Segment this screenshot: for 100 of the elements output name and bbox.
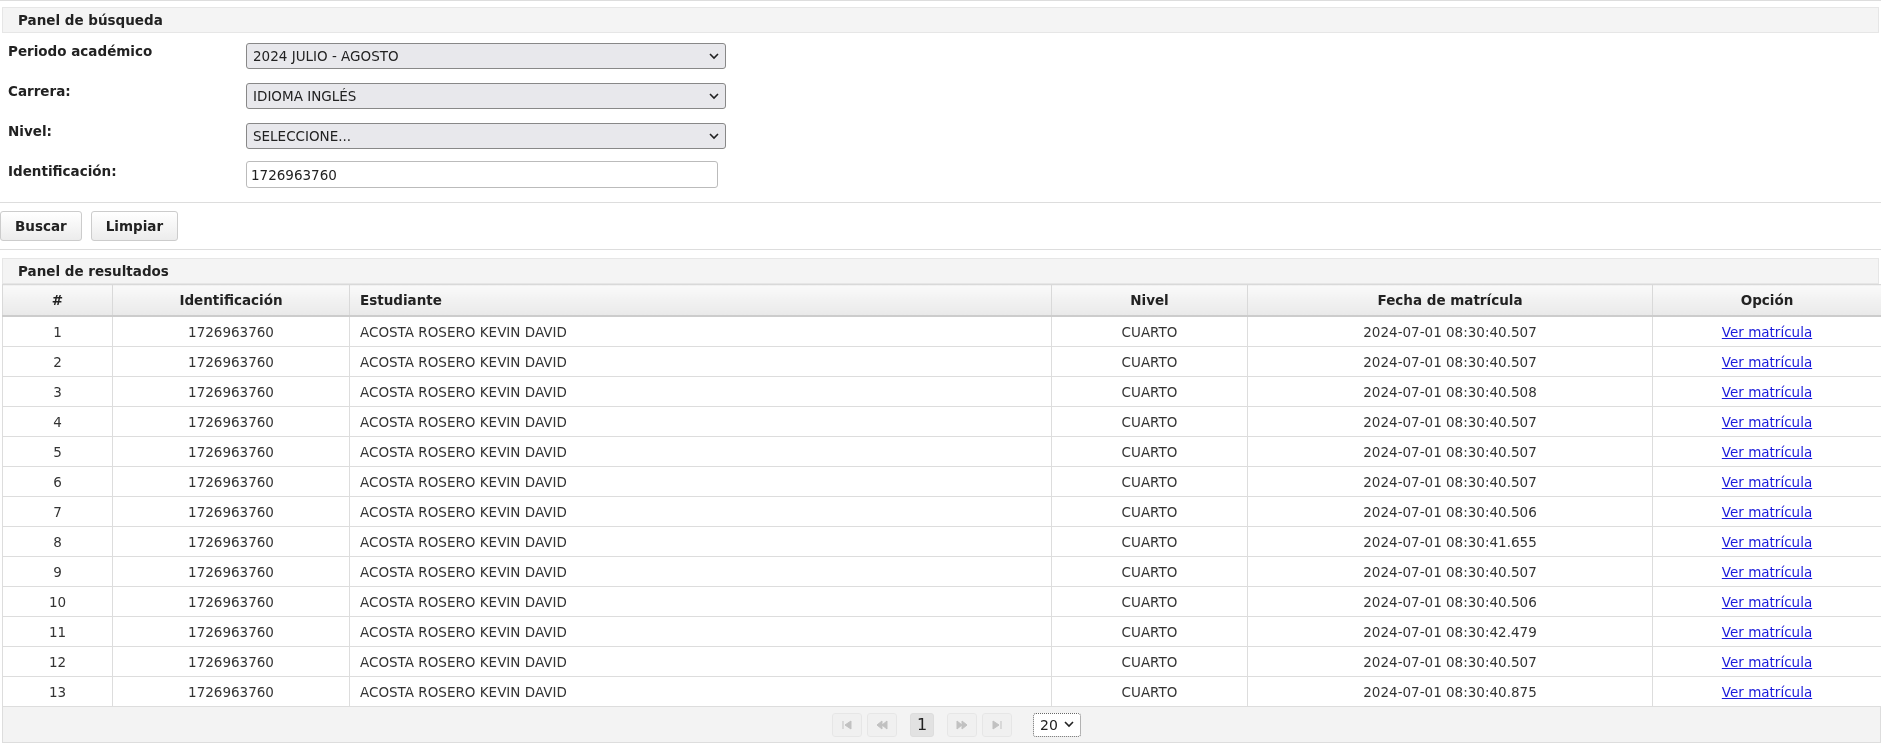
table-cell: ACOSTA ROSERO KEVIN DAVID — [349, 616, 1052, 647]
table-cell: 2024-07-01 08:30:40.507 — [1247, 436, 1653, 467]
table-cell: ACOSTA ROSERO KEVIN DAVID — [349, 346, 1052, 377]
table-cell: ACOSTA ROSERO KEVIN DAVID — [349, 676, 1052, 707]
next-page-icon — [956, 718, 969, 731]
view-link[interactable]: Ver matrícula — [1721, 323, 1813, 340]
table-cell: 2024-07-01 08:30:40.506 — [1247, 496, 1653, 527]
table-cell: ACOSTA ROSERO KEVIN DAVID — [349, 376, 1052, 407]
column-header: Nivel — [1051, 284, 1248, 316]
table-cell: CUARTO — [1051, 406, 1248, 437]
field-label: Periodo académico — [8, 42, 154, 59]
first-page-icon — [841, 718, 854, 731]
table-cell: 1726963760 — [112, 496, 350, 527]
table-cell: 2024-07-01 08:30:40.506 — [1247, 586, 1653, 617]
select-field[interactable]: SELECCIONE... — [246, 123, 726, 149]
table-cell: 2024-07-01 08:30:40.507 — [1247, 646, 1653, 677]
table-cell: 8 — [2, 526, 113, 557]
panel-header: Panel de resultados — [2, 258, 1879, 284]
table-cell: ACOSTA ROSERO KEVIN DAVID — [349, 556, 1052, 587]
input-field[interactable]: 1726963760 — [246, 161, 718, 188]
action-button[interactable]: Buscar — [0, 211, 82, 241]
table-cell: CUARTO — [1051, 316, 1248, 347]
table-cell: 1726963760 — [112, 466, 350, 497]
table-cell: 2024-07-01 08:30:40.875 — [1247, 676, 1653, 707]
column-header: Opción — [1652, 284, 1881, 316]
table-cell: CUARTO — [1051, 346, 1248, 377]
column-header: Estudiante — [349, 284, 1052, 316]
table-cell: 6 — [2, 466, 113, 497]
table-cell: 2024-07-01 08:30:40.508 — [1247, 376, 1653, 407]
column-header: # — [2, 284, 113, 316]
table-cell: 1726963760 — [112, 346, 350, 377]
table-cell: ACOSTA ROSERO KEVIN DAVID — [349, 316, 1052, 347]
chevron-down-icon — [709, 92, 719, 100]
table-cell: 1726963760 — [112, 676, 350, 707]
table-cell: 2024-07-01 08:30:40.507 — [1247, 316, 1653, 347]
view-link[interactable]: Ver matrícula — [1721, 533, 1813, 550]
table-cell: 1726963760 — [112, 406, 350, 437]
table-cell: CUARTO — [1051, 526, 1248, 557]
chevron-down-icon — [709, 52, 719, 60]
view-link[interactable]: Ver matrícula — [1721, 653, 1813, 670]
table-cell: CUARTO — [1051, 676, 1248, 707]
view-link[interactable]: Ver matrícula — [1721, 413, 1813, 430]
table-cell: CUARTO — [1051, 586, 1248, 617]
view-link[interactable]: Ver matrícula — [1721, 503, 1813, 520]
view-link[interactable]: Ver matrícula — [1721, 473, 1813, 490]
table-cell: CUARTO — [1051, 616, 1248, 647]
table-cell: 1726963760 — [112, 586, 350, 617]
select-field[interactable]: 2024 JULIO - AGOSTO — [246, 43, 726, 69]
table-cell: 2024-07-01 08:30:40.507 — [1247, 466, 1653, 497]
table-cell: 3 — [2, 376, 113, 407]
table-cell: ACOSTA ROSERO KEVIN DAVID — [349, 496, 1052, 527]
table-cell: CUARTO — [1051, 436, 1248, 467]
view-link[interactable]: Ver matrícula — [1721, 623, 1813, 640]
view-link[interactable]: Ver matrícula — [1721, 383, 1813, 400]
table-cell: 2024-07-01 08:30:40.507 — [1247, 346, 1653, 377]
column-header: Identificación — [112, 284, 350, 316]
view-link[interactable]: Ver matrícula — [1721, 563, 1813, 580]
table-cell: 1726963760 — [112, 526, 350, 557]
table-cell: 1726963760 — [112, 316, 350, 347]
view-link[interactable]: Ver matrícula — [1721, 593, 1813, 610]
page-size-select[interactable]: 20 — [1033, 712, 1081, 737]
view-link[interactable]: Ver matrícula — [1721, 683, 1813, 700]
table-cell: 1726963760 — [112, 616, 350, 647]
table-cell: 1726963760 — [112, 436, 350, 467]
last-page-icon — [991, 718, 1004, 731]
table-cell: 2024-07-01 08:30:42.479 — [1247, 616, 1653, 647]
table-cell: ACOSTA ROSERO KEVIN DAVID — [349, 586, 1052, 617]
table-cell: 1 — [2, 316, 113, 347]
table-cell: CUARTO — [1051, 556, 1248, 587]
table-cell: 10 — [2, 586, 113, 617]
table-cell: 2024-07-01 08:30:40.507 — [1247, 556, 1653, 587]
table-cell: 1726963760 — [112, 376, 350, 407]
panel-header: Panel de búsqueda — [2, 7, 1879, 33]
field-label: Nivel: — [8, 122, 53, 139]
table-cell: CUARTO — [1051, 466, 1248, 497]
table-cell: CUARTO — [1051, 646, 1248, 677]
table-cell: 4 — [2, 406, 113, 437]
column-header: Fecha de matrícula — [1247, 284, 1653, 316]
table-cell: 2024-07-01 08:30:41.655 — [1247, 526, 1653, 557]
table-cell: 2 — [2, 346, 113, 377]
table-cell: CUARTO — [1051, 496, 1248, 527]
table-cell: 11 — [2, 616, 113, 647]
field-label: Carrera: — [8, 82, 72, 99]
action-button[interactable]: Limpiar — [90, 211, 179, 241]
select-field[interactable]: IDIOMA INGLÉS — [246, 83, 726, 109]
prev-page-icon — [876, 718, 889, 731]
table-cell: 5 — [2, 436, 113, 467]
view-link[interactable]: Ver matrícula — [1721, 443, 1813, 460]
table-cell: 12 — [2, 646, 113, 677]
table-cell: ACOSTA ROSERO KEVIN DAVID — [349, 406, 1052, 437]
table-cell: 1726963760 — [112, 556, 350, 587]
table-cell: ACOSTA ROSERO KEVIN DAVID — [349, 436, 1052, 467]
table-cell: 9 — [2, 556, 113, 587]
table-cell: ACOSTA ROSERO KEVIN DAVID — [349, 646, 1052, 677]
view-link[interactable]: Ver matrícula — [1721, 353, 1813, 370]
table-cell: ACOSTA ROSERO KEVIN DAVID — [349, 466, 1052, 497]
chevron-down-icon — [709, 132, 719, 140]
table-cell: 7 — [2, 496, 113, 527]
page-button[interactable]: 1 — [910, 712, 935, 737]
table-cell: 1726963760 — [112, 646, 350, 677]
